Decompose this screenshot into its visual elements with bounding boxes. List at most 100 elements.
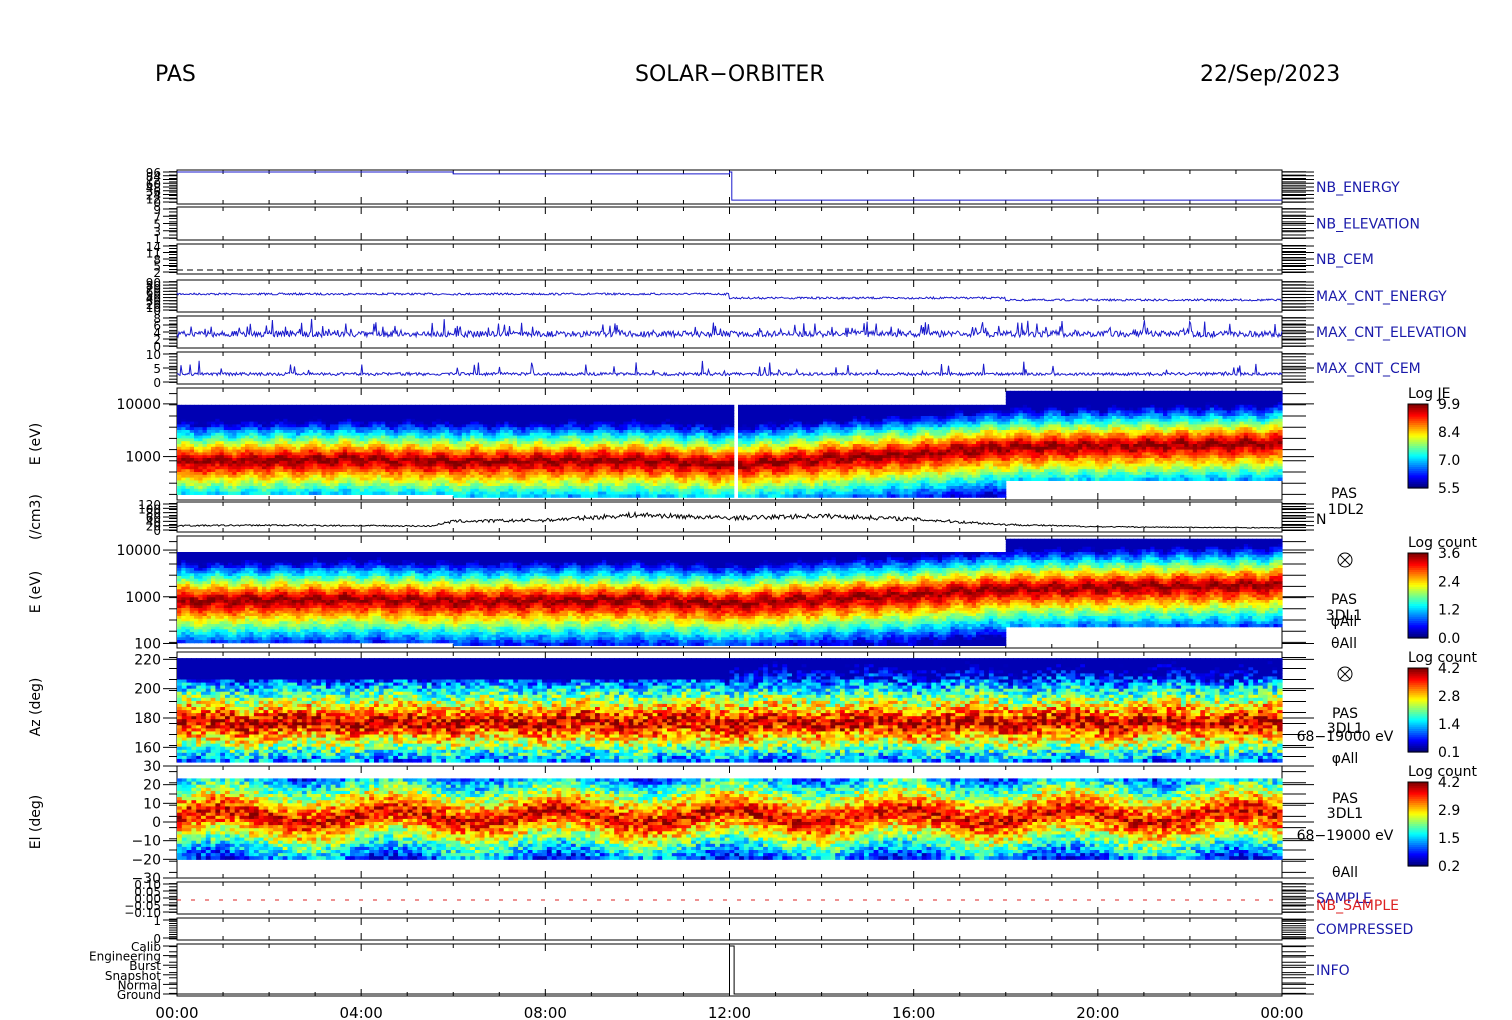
cell xyxy=(606,494,612,498)
cell xyxy=(487,494,493,498)
cell xyxy=(495,494,501,498)
cell xyxy=(572,494,578,498)
cell xyxy=(644,494,650,498)
cell xyxy=(534,494,539,498)
cell xyxy=(270,491,276,495)
cell xyxy=(427,491,433,495)
cell xyxy=(185,491,191,495)
cell xyxy=(211,491,216,495)
cell xyxy=(313,491,318,495)
cell xyxy=(470,494,476,498)
cell xyxy=(687,494,692,498)
cell xyxy=(738,494,743,498)
cell xyxy=(640,494,646,498)
cell xyxy=(483,494,488,498)
cell xyxy=(721,494,726,498)
cell xyxy=(491,494,497,498)
cell xyxy=(364,491,369,495)
cell xyxy=(381,491,386,495)
cell xyxy=(389,491,395,495)
cell xyxy=(219,491,225,495)
cell xyxy=(716,494,722,498)
cell xyxy=(657,494,663,498)
cell xyxy=(419,491,425,495)
cell xyxy=(223,491,229,495)
cell xyxy=(708,494,714,498)
cell xyxy=(317,491,323,495)
cell xyxy=(704,494,709,498)
cell xyxy=(602,494,607,498)
cell xyxy=(682,494,688,498)
cell xyxy=(308,491,314,495)
cell xyxy=(206,491,212,495)
cell xyxy=(257,491,263,495)
cell xyxy=(466,494,471,498)
cell xyxy=(648,494,654,498)
cell xyxy=(325,491,331,495)
cell xyxy=(177,491,182,495)
cell xyxy=(368,491,374,495)
cell xyxy=(542,494,548,498)
cell xyxy=(623,494,629,498)
cell xyxy=(576,494,582,498)
cell xyxy=(444,491,450,495)
cell xyxy=(449,491,454,495)
cell xyxy=(245,491,250,495)
cell xyxy=(181,491,187,495)
panel-energy_1dl2: 10000 1000 E (eV) xyxy=(28,387,1314,501)
cell xyxy=(653,494,658,498)
cell xyxy=(338,491,344,495)
y-tick-label: 10000 xyxy=(116,397,161,413)
cell xyxy=(585,494,590,498)
cell xyxy=(232,491,238,495)
cell xyxy=(512,494,518,498)
cell xyxy=(508,494,514,498)
cell xyxy=(597,494,603,498)
cell xyxy=(461,494,467,498)
cell xyxy=(504,494,510,498)
cell xyxy=(453,494,459,498)
cell xyxy=(423,491,429,495)
cell xyxy=(355,491,361,495)
cell xyxy=(610,494,616,498)
right-label: MAX_CNT_CEM xyxy=(1316,361,1421,377)
cell xyxy=(525,494,531,498)
cell xyxy=(580,494,586,498)
cell xyxy=(283,491,289,495)
cell xyxy=(415,491,420,495)
cell xyxy=(500,494,505,498)
panel-max_cnt_energy: 9080706050403020100MAX_CNT_ENERGY xyxy=(146,276,1447,318)
cell xyxy=(563,494,569,498)
panel-nb_cem: 1411852NB_CEM xyxy=(146,240,1374,280)
cell xyxy=(712,494,718,498)
cell xyxy=(440,491,446,495)
series-line xyxy=(176,360,1283,378)
right-label: MAX_CNT_ENERGY xyxy=(1316,289,1447,305)
cell xyxy=(393,491,399,495)
cell xyxy=(457,494,463,498)
cell xyxy=(555,494,561,498)
cell xyxy=(291,491,297,495)
y-tick-label: 5 xyxy=(153,362,161,376)
cell xyxy=(614,494,620,498)
cell xyxy=(274,491,280,495)
cell xyxy=(266,491,272,495)
cell xyxy=(661,494,667,498)
cell xyxy=(529,494,535,498)
cell xyxy=(627,494,633,498)
cell xyxy=(347,491,352,495)
cell xyxy=(262,491,267,495)
cell xyxy=(619,494,624,498)
cell xyxy=(410,491,416,495)
cell xyxy=(372,491,378,495)
cell xyxy=(436,491,442,495)
cell xyxy=(631,494,637,498)
cell xyxy=(334,491,340,495)
cell xyxy=(342,491,348,495)
cell xyxy=(674,494,680,498)
cell xyxy=(568,494,573,498)
y-tick-label: 10 xyxy=(146,348,161,362)
cell xyxy=(287,491,293,495)
cell xyxy=(198,491,204,495)
cell xyxy=(691,494,697,498)
